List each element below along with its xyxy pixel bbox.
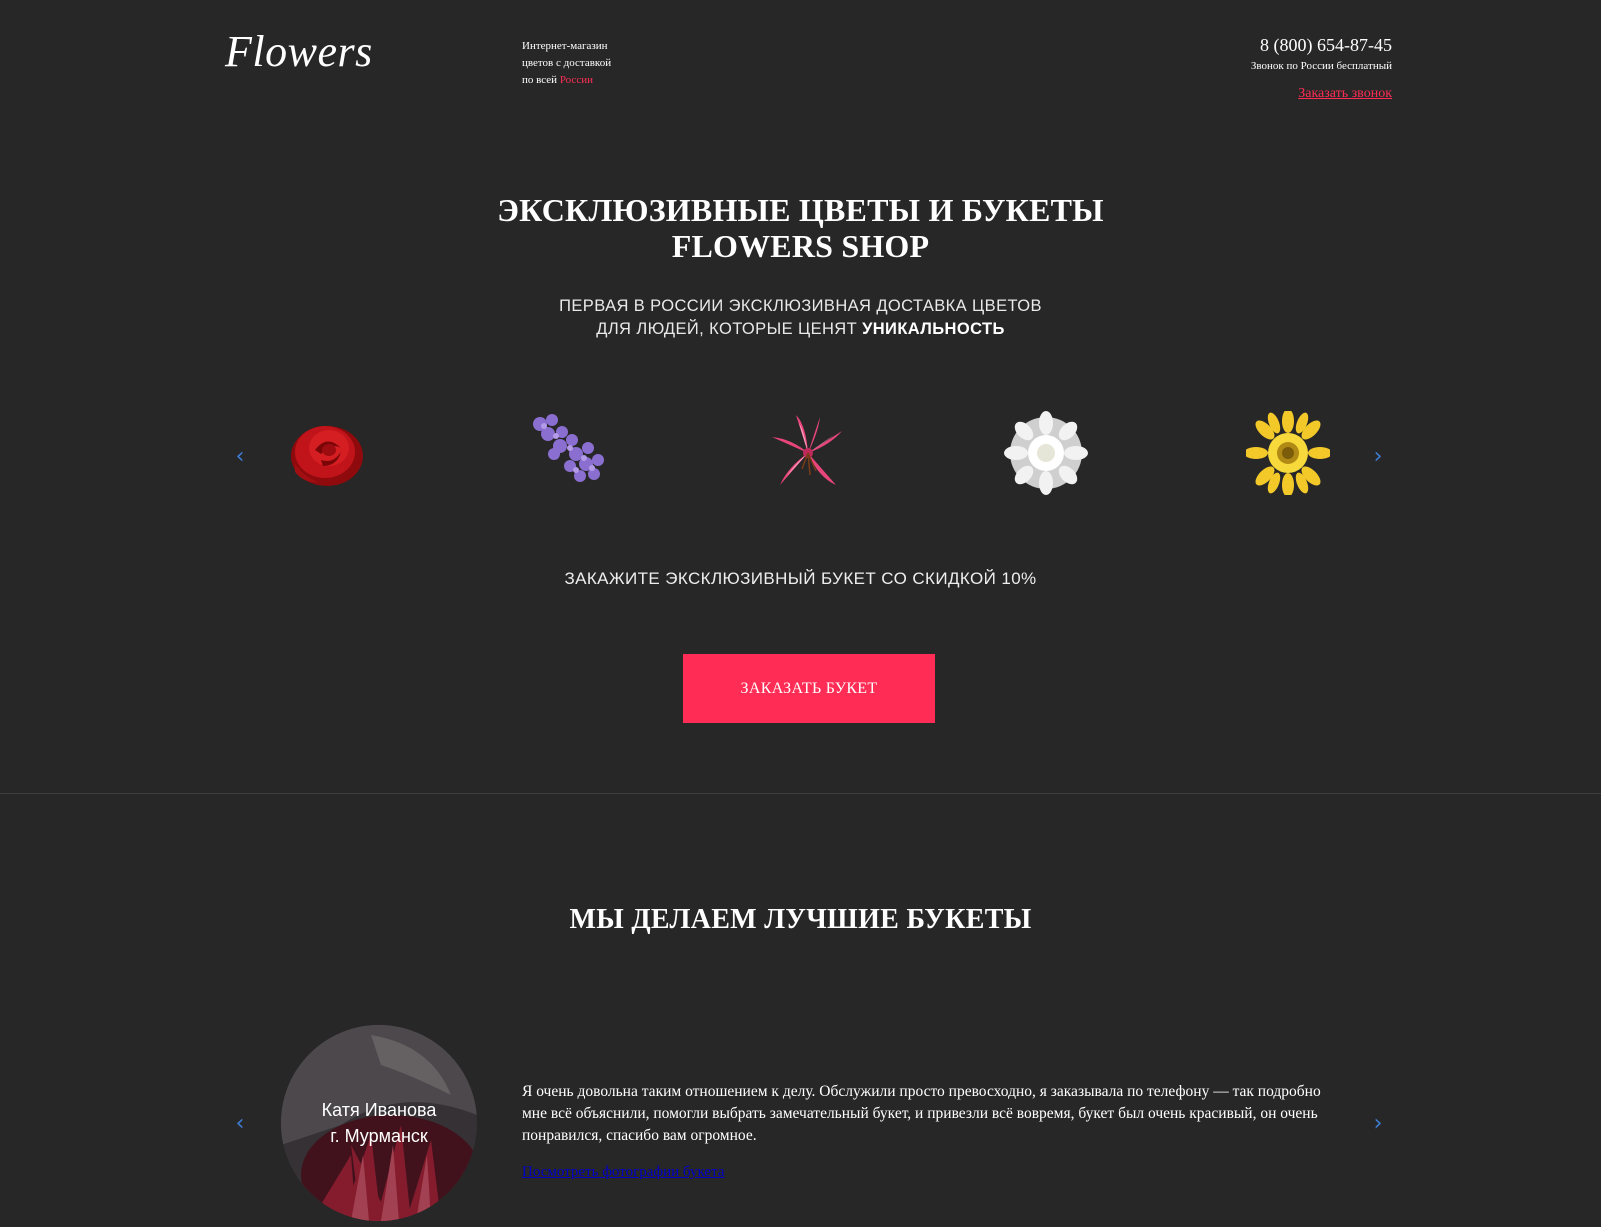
- carousel-prev-button[interactable]: ‹: [229, 446, 251, 468]
- order-bouquet-button[interactable]: ЗАКАЗАТЬ БУКЕТ: [683, 654, 935, 723]
- header-contact: 8 (800) 654-87-45 Звонок по России беспл…: [1251, 34, 1392, 102]
- reviewer-photo: Катя Иванова г. Мурманск: [281, 1025, 477, 1221]
- red-rose-image: [291, 426, 363, 486]
- hero-title-line-2: FLOWERS SHOP: [671, 228, 930, 264]
- hero-title-line-1: ЭКСКЛЮЗИВНЫЕ ЦВЕТЫ И БУКЕТЫ: [497, 192, 1104, 228]
- section-divider: [0, 793, 1601, 794]
- view-photos-link[interactable]: Посмотреть фотографии букета: [522, 1164, 724, 1181]
- tagline-line-3: по всей России: [522, 72, 611, 89]
- reviewer-caption: Катя Иванова г. Мурманск: [281, 1097, 477, 1149]
- reviewer-name: Катя Иванова: [321, 1100, 437, 1120]
- white-dahlia-image: [1004, 411, 1088, 495]
- chevron-right-icon: ›: [1373, 444, 1383, 469]
- hero-subtitle-bold: УНИКАЛЬНОСТЬ: [862, 320, 1005, 338]
- hero-subtitle: ПЕРВАЯ В РОССИИ ЭКСКЛЮЗИВНАЯ ДОСТАВКА ЦВ…: [0, 295, 1601, 341]
- pink-lily-image: [772, 415, 842, 485]
- logo[interactable]: Flowers: [225, 26, 373, 77]
- tagline-line-3-prefix: по всей: [522, 74, 558, 86]
- phone-note: Звонок по России бесплатный: [1250, 60, 1392, 72]
- hero-subtitle-prefix: ДЛЯ ЛЮДЕЙ, КОТОРЫЕ ЦЕНЯТ: [596, 320, 858, 338]
- header-tagline: Интернет-магазин цветов с доставкой по в…: [522, 38, 611, 89]
- callback-link[interactable]: Заказать звонок: [1298, 86, 1392, 102]
- tagline-line-2: цветов с доставкой: [522, 57, 612, 69]
- reviewer-city: г. Мурманск: [330, 1126, 428, 1146]
- lilac-image: [533, 414, 604, 482]
- review-text: Я очень довольна таким отношением к делу…: [522, 1083, 1321, 1144]
- yellow-gerbera-image: [1246, 411, 1330, 495]
- phone-number[interactable]: 8 (800) 654-87-45: [1251, 34, 1392, 56]
- reviews-prev-button[interactable]: ‹: [229, 1113, 251, 1135]
- chevron-left-icon: ‹: [235, 1111, 245, 1136]
- promo-text: ЗАКАЖИТЕ ЭКСКЛЮЗИВНЫЙ БУКЕТ СО СКИДКОЙ 1…: [564, 569, 1037, 588]
- chevron-left-icon: ‹: [235, 444, 245, 469]
- hero-subtitle-line-1: ПЕРВАЯ В РОССИИ ЭКСКЛЮЗИВНАЯ ДОСТАВКА ЦВ…: [559, 297, 1042, 315]
- tagline-accent: России: [559, 74, 593, 86]
- carousel-next-button[interactable]: ›: [1367, 446, 1389, 468]
- reviews-next-button[interactable]: ›: [1367, 1113, 1389, 1135]
- reviews-title: МЫ ДЕЛАЕМ ЛУЧШИЕ БУКЕТЫ: [569, 904, 1032, 935]
- tagline-line-1: Интернет-магазин: [522, 40, 608, 52]
- hero-title: ЭКСКЛЮЗИВНЫЕ ЦВЕТЫ И БУКЕТЫ FLOWERS SHOP: [0, 192, 1601, 264]
- chevron-right-icon: ›: [1373, 1111, 1383, 1136]
- hero-subtitle-line-2: ДЛЯ ЛЮДЕЙ, КОТОРЫЕ ЦЕНЯТ УНИКАЛЬНОСТЬ: [0, 318, 1601, 341]
